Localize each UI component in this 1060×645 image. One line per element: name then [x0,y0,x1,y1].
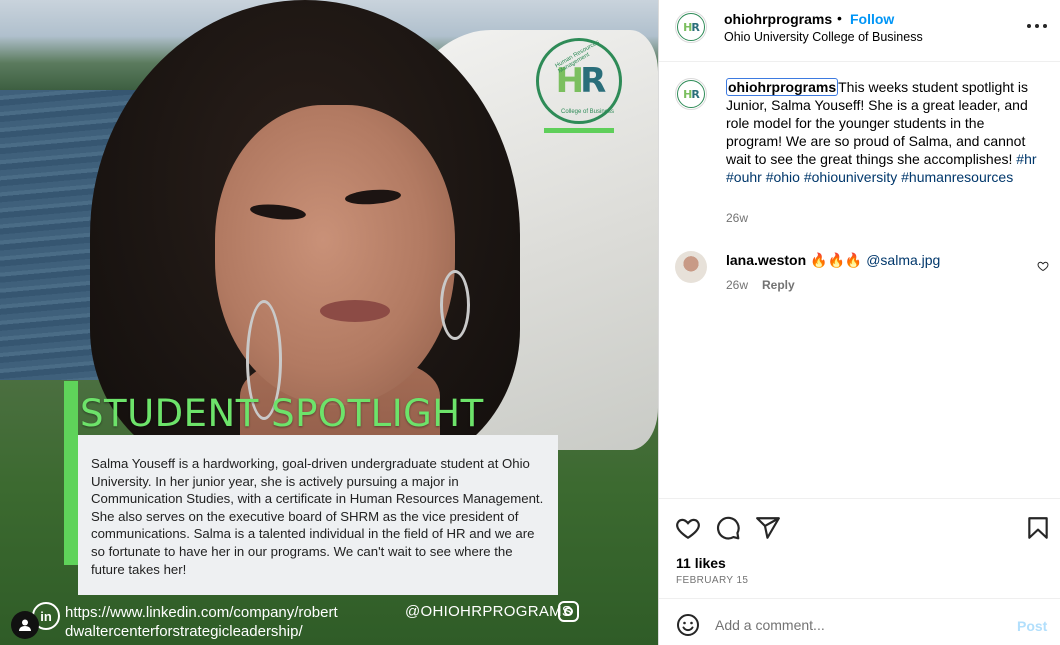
user-tag-icon[interactable] [11,611,39,639]
avatar-letter-h: H [683,20,692,34]
linkedin-url: https://www.linkedin.com/company/robertd… [65,604,338,640]
post-header: HR ohiohrprograms • Follow Ohio Universi… [659,0,1060,62]
hr-logo: Human Resources Management HR College of… [536,38,622,124]
caption-time[interactable]: 26w [726,211,748,225]
header-separator: • [837,10,842,26]
caption-username[interactable]: ohiohrprograms [726,78,839,96]
user-tag-glyph [19,619,31,631]
instagram-icon [558,601,579,622]
avatar-letter-r: R [691,87,700,101]
logo-letter-r: R [580,61,606,101]
person-lips [320,300,390,322]
avatar-logo: HR [677,13,705,41]
hashtag[interactable]: #humanresources [901,169,1013,185]
comment-time[interactable]: 26w [726,278,748,292]
share-icon[interactable] [755,515,781,541]
commenter-avatar[interactable] [675,251,707,283]
comment-icon[interactable] [715,515,741,541]
logo-underline [544,128,614,133]
more-icon[interactable] [1027,16,1047,36]
post-image[interactable]: Human Resources Management HR College of… [0,0,658,645]
post-sidebar: HR ohiohrprograms • Follow Ohio Universi… [658,0,1060,645]
comment-emoji: 🔥🔥🔥 [810,252,863,268]
comment-mention[interactable]: @salma.jpg [866,252,940,268]
hashtag[interactable]: #hr [1016,151,1036,167]
emoji-icon[interactable] [676,613,700,637]
heart-icon[interactable] [675,515,701,541]
avatar-letter-h: H [683,87,692,101]
post-button[interactable]: Post [1017,618,1047,634]
accent-bar [64,381,78,565]
comment-composer: Post [659,598,1060,645]
follow-button[interactable]: Follow [850,11,894,27]
avatar[interactable]: HR [675,78,707,110]
spotlight-title: STUDENT SPOTLIGHT [80,392,484,435]
comment-heart-icon[interactable] [1037,260,1049,272]
logo-ring-text-bottom: College of Business [561,109,615,115]
post-date: FEBRUARY 15 [676,575,749,586]
comment-input[interactable] [715,611,1005,639]
hashtag[interactable]: #ouhr [726,169,762,185]
avatar[interactable]: HR [675,11,707,43]
avatar-logo: HR [677,80,705,108]
likes-count[interactable]: 11 likes [676,555,726,571]
header-subtitle[interactable]: Ohio University College of Business [724,30,923,44]
caption-text: ohiohrprograms This weeks student spotlig… [726,78,1038,186]
comment-meta: 26w Reply [726,278,795,292]
reply-button[interactable]: Reply [762,278,795,292]
action-bar: 11 likes FEBRUARY 15 [659,498,1060,598]
instagram-handle: @OHIOHRPROGRAMS [405,603,573,620]
hashtag[interactable]: #ohio [766,169,800,185]
comment-text: lana.weston 🔥🔥🔥 @salma.jpg [726,252,940,269]
hoop-earring [440,270,470,340]
bookmark-icon[interactable] [1025,515,1051,541]
header-username[interactable]: ohiohrprograms [724,11,832,27]
bio-text: Salma Youseff is a hardworking, goal-dri… [78,435,558,595]
hashtag[interactable]: #ohiouniversity [804,169,897,185]
comment-username[interactable]: lana.weston [726,252,806,268]
avatar-letter-r: R [691,20,700,34]
